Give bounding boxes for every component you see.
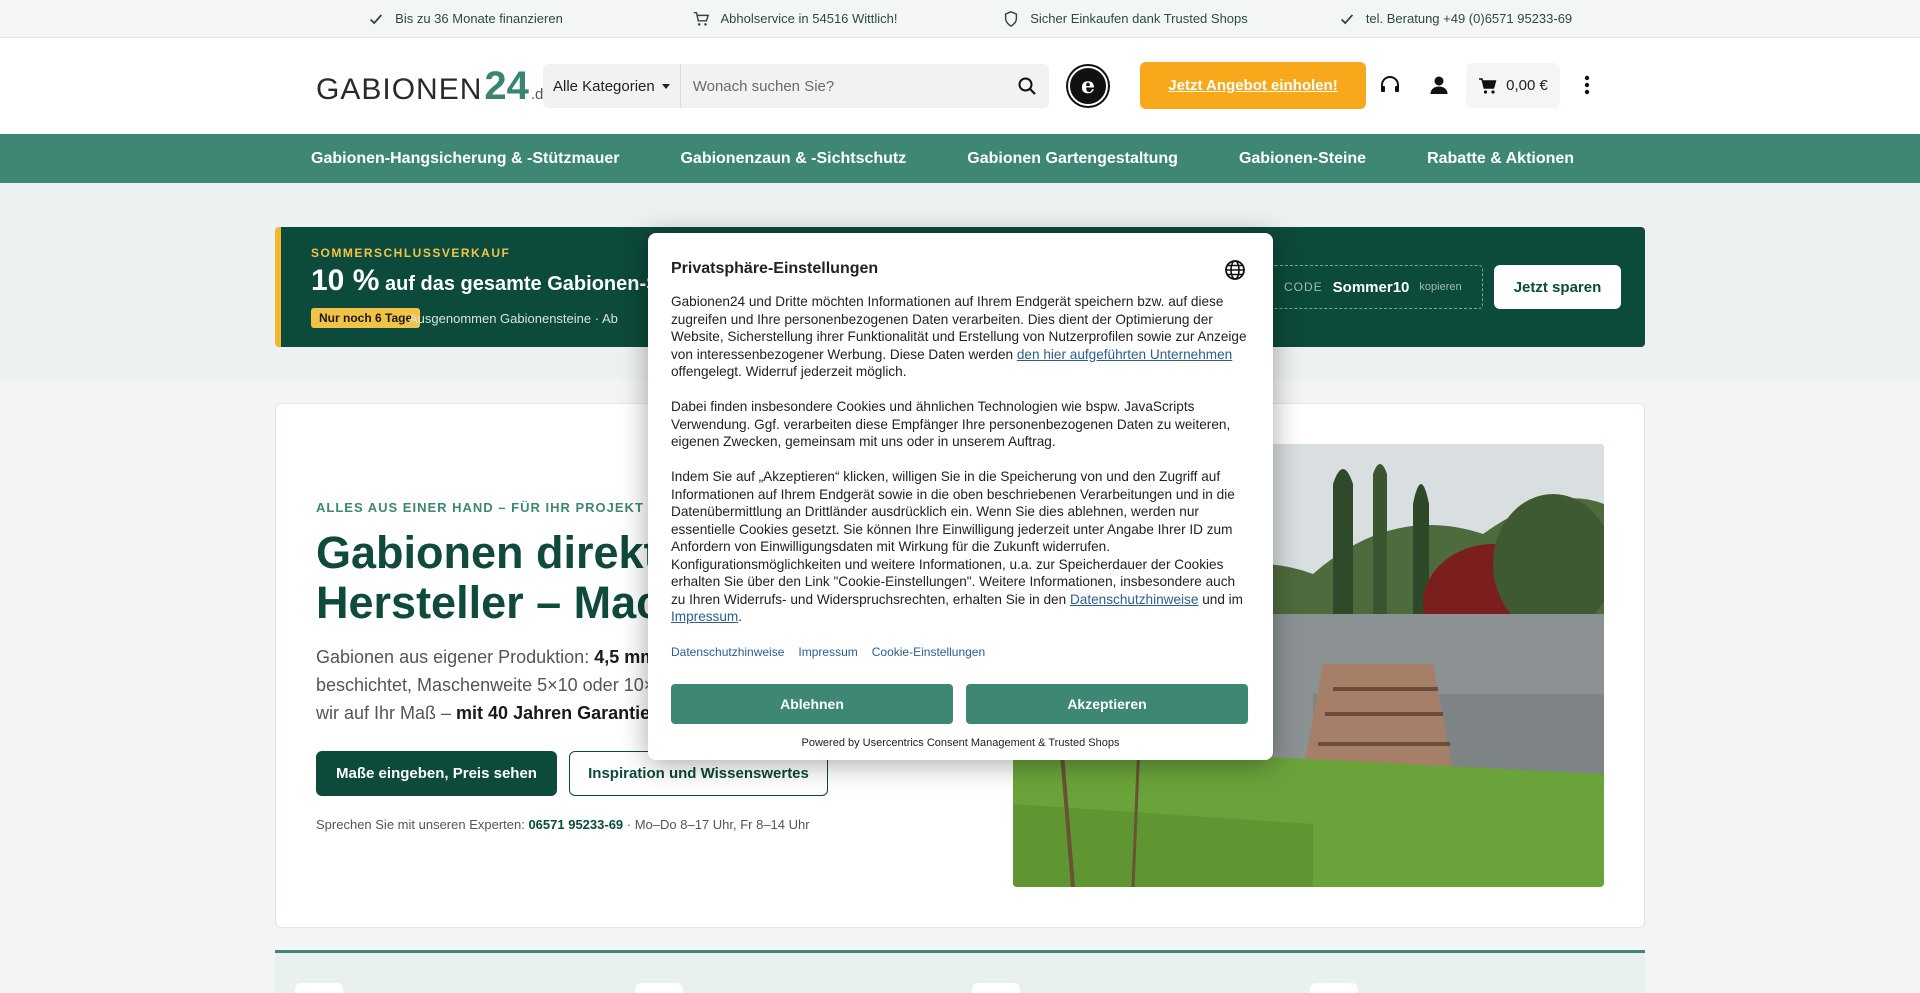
enter-dimensions-button[interactable]: Maße eingeben, Preis sehen bbox=[316, 751, 557, 796]
promo-kicker: SOMMERSCHLUSSVERKAUF bbox=[311, 246, 511, 260]
hero-desc-bold: mit 40 Jahren Garantie bbox=[456, 702, 651, 723]
promo-headline: 10 % auf das gesamte Gabionen-So bbox=[311, 264, 672, 298]
usp-text: tel. Beratung +49 (0)6571 95233-69 bbox=[1365, 11, 1573, 26]
logo-number: 24 bbox=[484, 64, 529, 108]
hero-desc-text: wir auf Ihr Maß – bbox=[316, 702, 457, 723]
nav-item-gartengestaltung[interactable]: Gabionen Gartengestaltung bbox=[967, 150, 1178, 168]
hero-desc-bold: 4,5 mm bbox=[594, 647, 657, 667]
promo-discount: 10 % bbox=[311, 264, 380, 297]
usp-text: Abholservice in 54516 Wittlich! bbox=[720, 11, 898, 26]
footer-link-cookie-settings[interactable]: Cookie-Einstellungen bbox=[872, 645, 985, 659]
usp-item-phone: tel. Beratung +49 (0)6571 95233-69 bbox=[1290, 10, 1620, 28]
consent-paragraph-2: Dabei finden insbesondere Cookies und äh… bbox=[671, 399, 1231, 449]
feature-tab bbox=[295, 983, 343, 993]
imprint-link[interactable]: Impressum bbox=[671, 609, 738, 624]
cart-button[interactable]: 0,00 € bbox=[1466, 63, 1560, 108]
check-icon bbox=[370, 13, 383, 24]
check-icon bbox=[1340, 13, 1353, 24]
save-now-button[interactable]: Jetzt sparen bbox=[1494, 265, 1621, 309]
consent-paragraph-1: Gabionen24 und Dritte möchten Informatio… bbox=[671, 293, 1251, 381]
companies-link[interactable]: den hier aufgeführten Unternehmen bbox=[1017, 347, 1232, 362]
consent-text: . bbox=[738, 609, 743, 624]
feature-tab bbox=[972, 983, 1020, 993]
decline-button[interactable]: Ablehnen bbox=[671, 684, 953, 724]
usp-item-financing: Bis zu 36 Monate finanzieren bbox=[300, 10, 630, 28]
expert-contact: Sprechen Sie mit unseren Experten: 06571… bbox=[316, 817, 810, 832]
footer-link-imprint[interactable]: Impressum bbox=[798, 645, 857, 659]
more-vertical-icon bbox=[1584, 75, 1590, 95]
globe-icon bbox=[1225, 260, 1245, 280]
usp-item-trusted: Sicher Einkaufen dank Trusted Shops bbox=[960, 10, 1290, 28]
privacy-notice-link[interactable]: Datenschutzhinweise bbox=[1070, 592, 1198, 607]
site-header: GABIONEN 24 .de Alle Kategorien Wonach s… bbox=[0, 38, 1920, 134]
consent-paragraph-3: Indem Sie auf „Akzeptieren“ klicken, wil… bbox=[671, 468, 1251, 626]
search-button[interactable] bbox=[1005, 76, 1049, 96]
hero-kicker: ALLES AUS EINER HAND – FÜR IHR PROJEKT bbox=[316, 500, 644, 515]
headset-icon bbox=[1381, 76, 1399, 92]
shield-icon bbox=[1005, 10, 1018, 27]
promo-headline-text: auf das gesamte Gabionen-So bbox=[384, 273, 672, 295]
usp-bar: Bis zu 36 Monate finanzieren Abholservic… bbox=[0, 0, 1920, 38]
site-logo[interactable]: GABIONEN 24 .de bbox=[316, 66, 552, 107]
nav-item-hangsicherung[interactable]: Gabionen-Hangsicherung & -Stützmauer bbox=[311, 150, 619, 168]
main-navigation: Gabionen-Hangsicherung & -Stützmauer Gab… bbox=[0, 134, 1920, 183]
consent-powered-by: Powered by Usercentrics Consent Manageme… bbox=[801, 737, 1120, 749]
logo-text: GABIONEN bbox=[316, 73, 483, 106]
promo-subtext: Ausgenommen Gabionensteine · Ab bbox=[409, 311, 618, 326]
support-button[interactable] bbox=[1377, 72, 1403, 98]
language-button[interactable] bbox=[1224, 259, 1246, 281]
consent-text: Indem Sie auf „Akzeptieren“ klicken, wil… bbox=[671, 469, 1236, 607]
search-icon bbox=[1018, 77, 1036, 95]
promo-code-label: CODE bbox=[1284, 280, 1323, 294]
footer-link-privacy[interactable]: Datenschutzhinweise bbox=[671, 645, 784, 659]
promo-code-box[interactable]: CODE Sommer10 kopieren bbox=[1271, 265, 1483, 309]
nav-item-rabatte[interactable]: Rabatte & Aktionen bbox=[1427, 150, 1574, 168]
nav-item-gabionenzaun[interactable]: Gabionenzaun & -Sichtschutz bbox=[680, 150, 906, 168]
cart-icon bbox=[1479, 77, 1497, 94]
privacy-consent-dialog: Privatsphäre-Einstellungen Gabionen24 un… bbox=[648, 233, 1273, 760]
consent-text: und im bbox=[1198, 591, 1243, 607]
promo-deadline-badge: Nur noch 6 Tage bbox=[311, 308, 421, 328]
feature-tab bbox=[635, 983, 683, 993]
usp-text: Sicher Einkaufen dank Trusted Shops bbox=[1030, 11, 1248, 26]
usp-item-pickup: Abholservice in 54516 Wittlich! bbox=[630, 10, 960, 28]
usp-text: Bis zu 36 Monate finanzieren bbox=[395, 11, 563, 26]
consent-title: Privatsphäre-Einstellungen bbox=[671, 260, 879, 277]
promo-code-value: Sommer10 bbox=[1332, 278, 1410, 296]
hero-desc-text: beschichtet, Maschenweite 5×10 oder 10× bbox=[316, 674, 655, 695]
get-offer-button[interactable]: Jetzt Angebot einholen! bbox=[1140, 62, 1366, 109]
search-bar: Alle Kategorien Wonach suchen Sie? bbox=[543, 64, 1049, 108]
copy-code-link[interactable]: kopieren bbox=[1419, 281, 1461, 293]
expert-prefix: Sprechen Sie mit unseren Experten: bbox=[316, 817, 529, 832]
consent-footer-links: Datenschutzhinweise Impressum Cookie-Ein… bbox=[671, 645, 985, 659]
consent-body: Gabionen24 und Dritte möchten Informatio… bbox=[671, 293, 1251, 643]
user-icon bbox=[1430, 76, 1448, 94]
consent-text: offengelegt. Widerruf jederzeit möglich. bbox=[671, 364, 907, 379]
accept-button[interactable]: Akzeptieren bbox=[966, 684, 1248, 724]
account-button[interactable] bbox=[1426, 72, 1452, 98]
hero-desc-text: Gabionen aus eigener Produktion: bbox=[316, 647, 595, 667]
feature-tab bbox=[1310, 983, 1358, 993]
expert-phone-link[interactable]: 06571 95233-69 bbox=[528, 817, 623, 832]
search-input[interactable]: Wonach suchen Sie? bbox=[681, 78, 1005, 95]
bottom-feature-strip bbox=[275, 950, 1645, 993]
more-menu-button[interactable] bbox=[1574, 72, 1600, 98]
cart-icon bbox=[694, 11, 710, 26]
cart-total: 0,00 € bbox=[1506, 77, 1548, 94]
nav-item-steine[interactable]: Gabionen-Steine bbox=[1239, 150, 1366, 168]
expert-hours: · Mo–Do 8–17 Uhr, Fr 8–14 Uhr bbox=[623, 817, 810, 832]
trusted-shops-badge[interactable]: e bbox=[1068, 66, 1108, 106]
category-select[interactable]: Alle Kategorien bbox=[543, 64, 681, 108]
